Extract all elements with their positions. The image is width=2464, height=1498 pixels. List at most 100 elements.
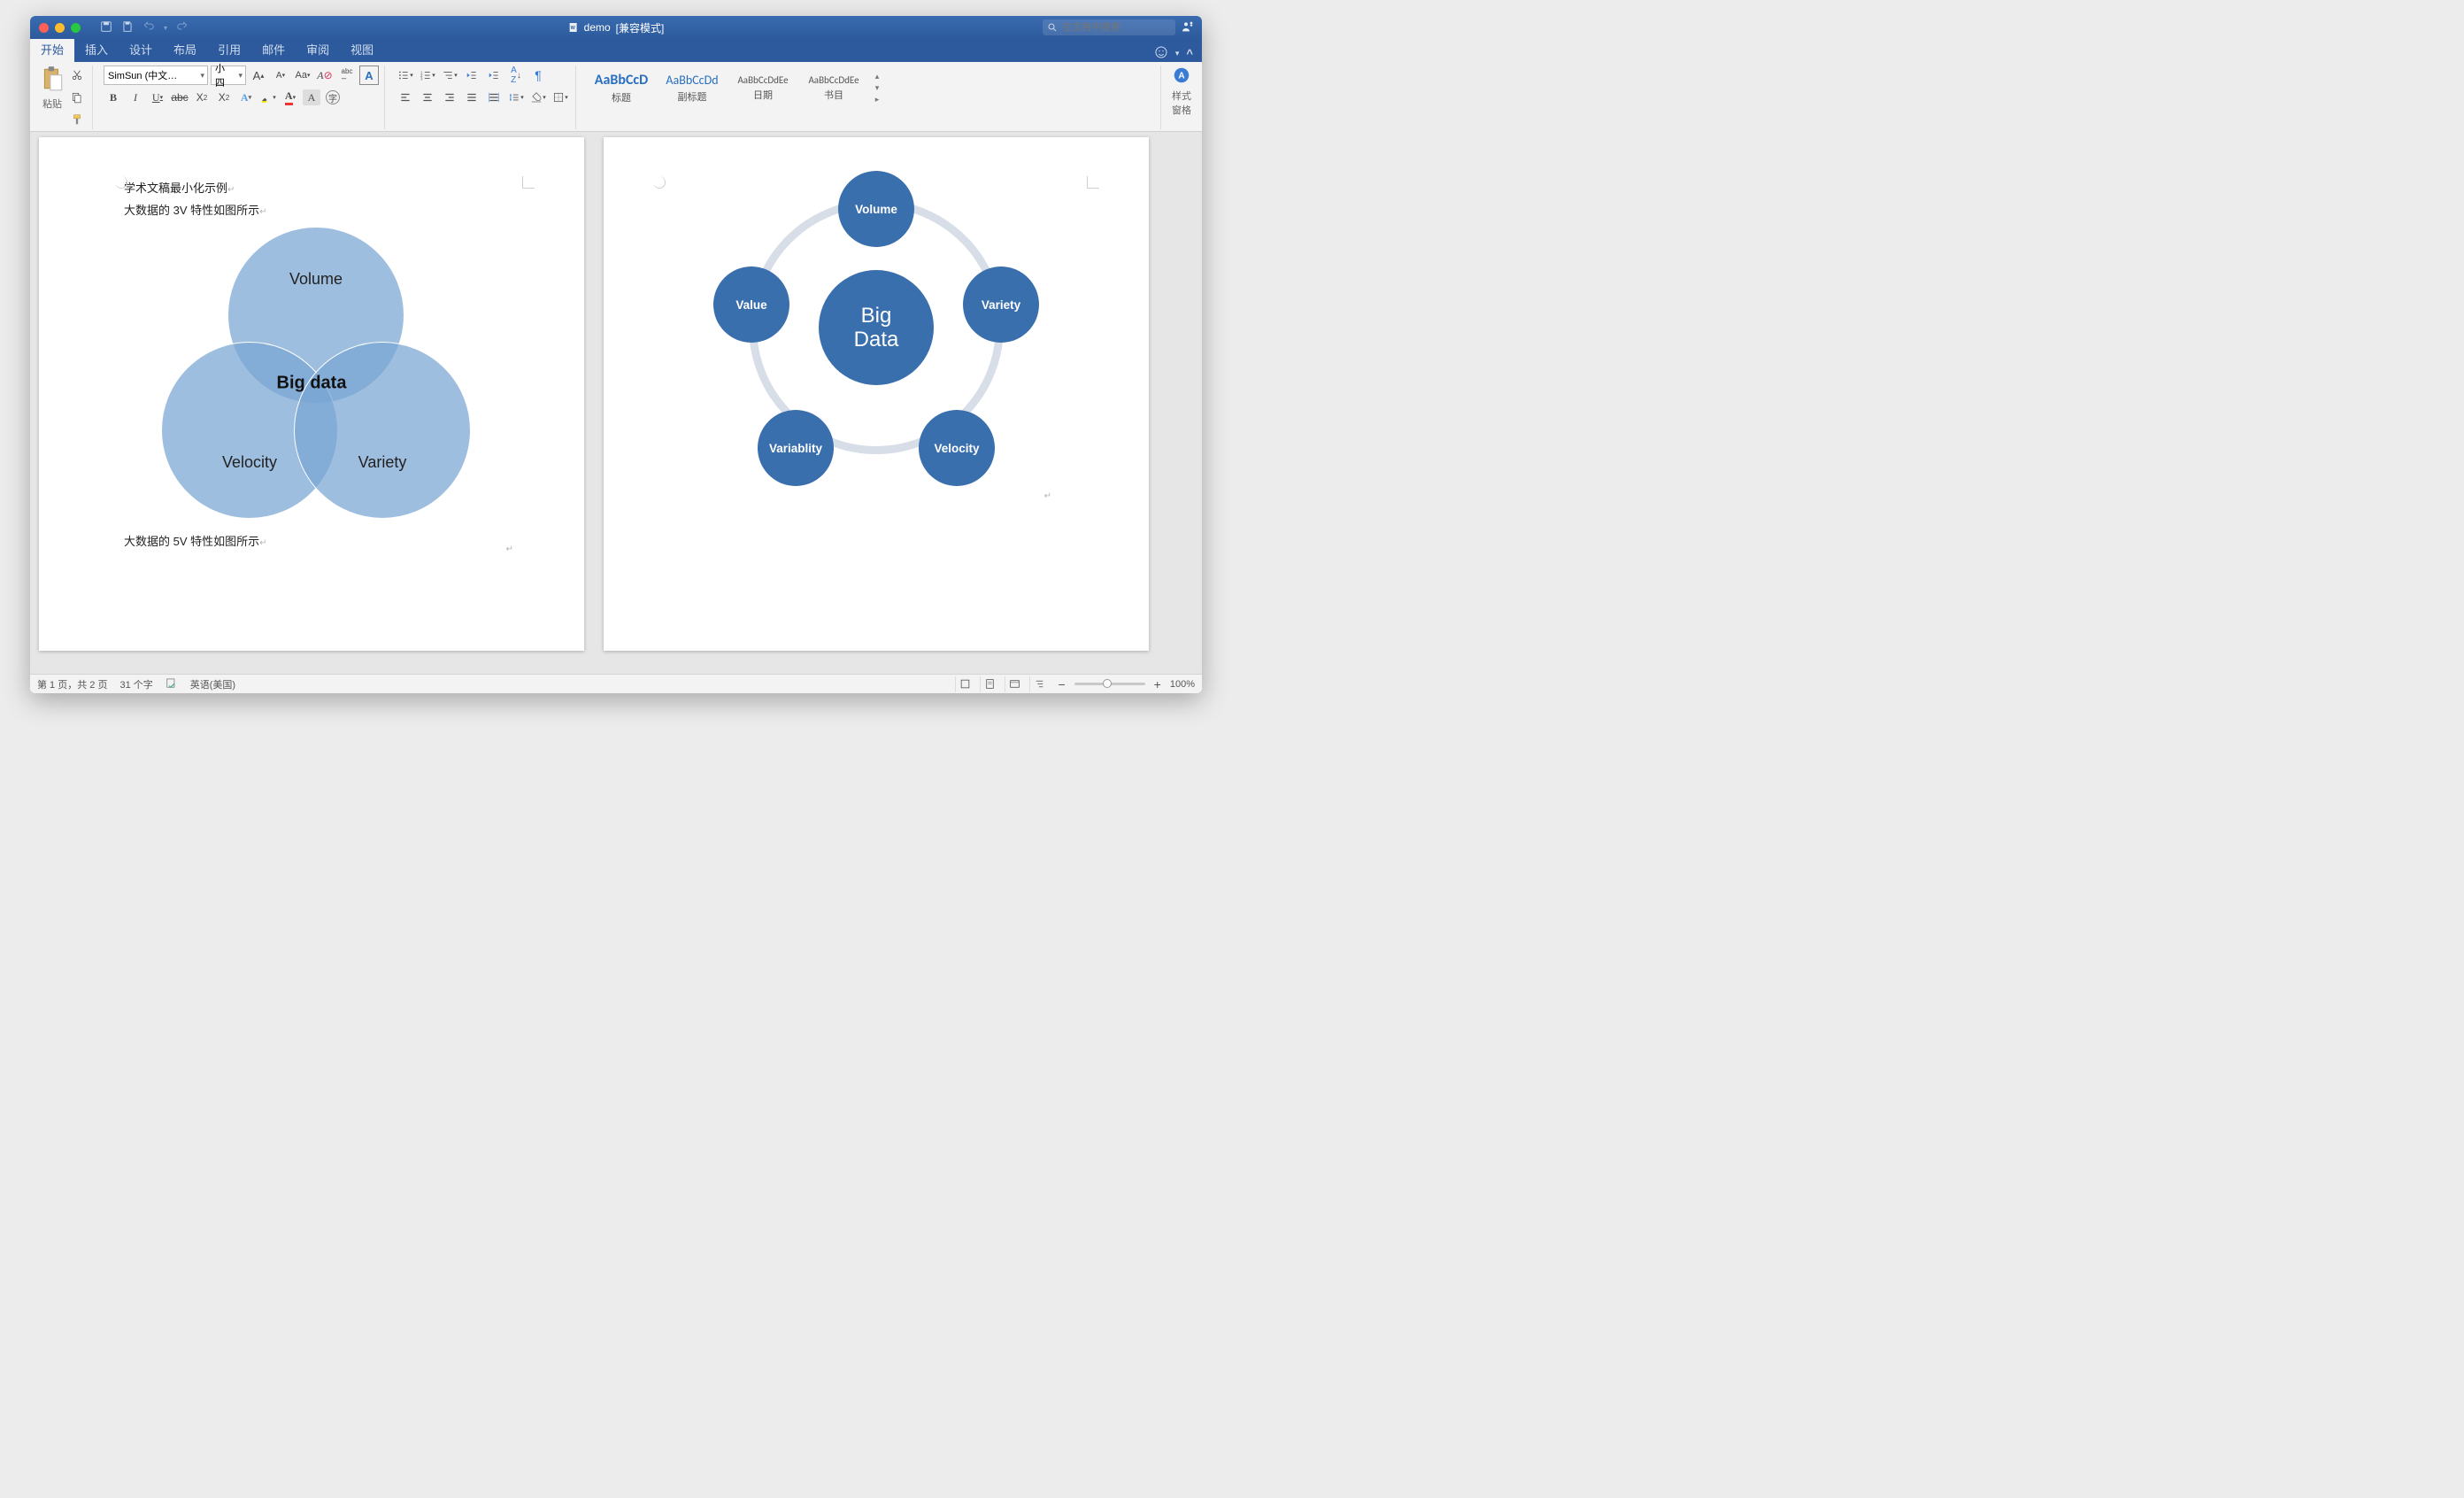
fivev-diagram[interactable]: Big Data Volume Variety Velocity Variabl… — [699, 178, 1053, 497]
multilevel-list-icon[interactable]: ▾ — [440, 66, 459, 85]
tab-mailings[interactable]: 邮件 — [251, 37, 296, 62]
search-input[interactable] — [1043, 19, 1175, 35]
sort-icon[interactable]: AZ↓ — [506, 66, 526, 85]
document-area[interactable]: 学术文稿最小化示例↵ 大数据的 3V 特性如图所示↵ Volume Veloci… — [30, 132, 1202, 674]
phonetic-guide-icon[interactable]: abc--- — [337, 66, 357, 85]
style-title[interactable]: AaBbCcD标题 — [587, 66, 656, 110]
copy-icon[interactable] — [67, 88, 87, 107]
clear-format-icon[interactable]: A⊘ — [315, 66, 335, 85]
tab-layout[interactable]: 布局 — [163, 37, 207, 62]
node-velocity: Velocity — [919, 410, 995, 486]
save-icon[interactable] — [121, 20, 134, 35]
format-painter-icon[interactable] — [67, 110, 87, 129]
subscript-button[interactable]: X2 — [192, 88, 212, 107]
font-size-combo[interactable]: 小四 — [211, 66, 246, 85]
shading-icon[interactable]: ▾ — [528, 88, 548, 107]
word-doc-icon: W — [568, 21, 579, 34]
align-right-icon[interactable] — [440, 88, 459, 107]
line-spacing-icon[interactable]: ▾ — [506, 88, 526, 107]
tab-references[interactable]: 引用 — [207, 37, 251, 62]
tab-home[interactable]: 开始 — [30, 37, 74, 62]
style-bibliography[interactable]: AaBbCcDdEe书目 — [799, 66, 868, 110]
font-name-combo[interactable]: SimSun (中文… — [104, 66, 208, 85]
cut-icon[interactable] — [67, 66, 87, 85]
view-web-layout-icon[interactable] — [1005, 676, 1024, 692]
share-button[interactable] — [1181, 19, 1195, 36]
italic-button[interactable]: I — [126, 88, 145, 107]
shrink-font-icon[interactable]: A▾ — [271, 66, 290, 85]
superscript-button[interactable]: X2 — [214, 88, 234, 107]
bullets-icon[interactable]: ▾ — [396, 66, 415, 85]
text-effects-icon[interactable]: A▾ — [236, 88, 256, 107]
spellcheck-icon[interactable] — [166, 676, 178, 691]
search-field[interactable] — [1043, 19, 1175, 35]
paragraph-mark: ↵ — [506, 544, 513, 554]
feedback-dropdown[interactable]: ▾ — [1175, 49, 1180, 58]
tab-review[interactable]: 审阅 — [296, 37, 340, 62]
maximize-window-button[interactable] — [71, 23, 81, 33]
view-outline-icon[interactable] — [1029, 676, 1049, 692]
doc-mode: [兼容模式] — [616, 20, 665, 35]
highlight-icon[interactable]: ▾ — [258, 88, 278, 107]
autosave-icon[interactable] — [100, 20, 112, 35]
character-border-icon[interactable]: A — [359, 66, 379, 85]
group-paragraph: ▾ 123▾ ▾ AZ↓ ¶ ▾ ▾ ▾ — [390, 66, 576, 129]
venn-diagram-3v[interactable]: Volume Velocity Variety Big data — [152, 227, 471, 528]
justify-icon[interactable] — [462, 88, 481, 107]
p1-text-3: 大数据的 5V 特性如图所示↵ — [124, 531, 535, 553]
doc-name: demo — [584, 21, 611, 34]
zoom-out-button[interactable]: − — [1058, 677, 1065, 691]
undo-icon[interactable] — [142, 20, 155, 35]
fivev-center: Big Data — [819, 270, 934, 385]
align-left-icon[interactable] — [396, 88, 415, 107]
style-date[interactable]: AaBbCcDdEe日期 — [728, 66, 797, 110]
distributed-icon[interactable] — [484, 88, 504, 107]
style-subtitle[interactable]: AaBbCcDd副标题 — [658, 66, 727, 110]
minimize-window-button[interactable] — [55, 23, 65, 33]
venn-center-label: Big data — [277, 374, 347, 394]
status-language[interactable]: 英语(美国) — [190, 677, 235, 691]
view-print-layout-icon[interactable] — [980, 676, 999, 692]
font-color-icon[interactable]: A▾ — [281, 88, 300, 107]
styles-pane-label: 样式 窗格 — [1172, 89, 1191, 117]
window-controls — [30, 23, 81, 33]
strikethrough-button[interactable]: abc — [170, 88, 189, 107]
increase-indent-icon[interactable] — [484, 66, 504, 85]
page-2: Big Data Volume Variety Velocity Variabl… — [604, 137, 1149, 651]
close-window-button[interactable] — [39, 23, 49, 33]
redo-icon[interactable] — [176, 20, 189, 35]
show-marks-icon[interactable]: ¶ — [528, 66, 548, 85]
document-title: W demo [兼容模式] — [568, 20, 665, 35]
zoom-slider[interactable] — [1074, 683, 1145, 685]
zoom-level[interactable]: 100% — [1170, 679, 1195, 690]
underline-button[interactable]: U▾ — [148, 88, 167, 107]
status-bar: 第 1 页，共 2 页 31 个字 英语(美国) − + 100% — [30, 674, 1202, 693]
paste-label: 粘贴 — [42, 97, 62, 111]
change-case-icon[interactable]: Aa▾ — [293, 66, 312, 85]
decrease-indent-icon[interactable] — [462, 66, 481, 85]
tab-view[interactable]: 视图 — [340, 37, 384, 62]
align-center-icon[interactable] — [418, 88, 437, 107]
zoom-in-button[interactable]: + — [1154, 677, 1161, 691]
view-focus-icon[interactable] — [955, 676, 974, 692]
bold-button[interactable]: B — [104, 88, 123, 107]
borders-icon[interactable]: ▾ — [551, 88, 570, 107]
paste-icon[interactable] — [41, 66, 64, 95]
tab-design[interactable]: 设计 — [119, 37, 163, 62]
node-variability: Variablity — [758, 410, 834, 486]
status-word-count[interactable]: 31 个字 — [119, 677, 152, 691]
styles-more-button[interactable]: ▴▾▸ — [870, 72, 884, 104]
app-window: ▾ W demo [兼容模式] 开始 插入 设计 布局 引用 邮件 审阅 视图 … — [30, 16, 1202, 693]
status-page[interactable]: 第 1 页，共 2 页 — [37, 677, 107, 691]
undo-dropdown[interactable]: ▾ — [164, 24, 167, 32]
styles-pane-button[interactable]: A 样式 窗格 — [1172, 66, 1191, 117]
tab-insert[interactable]: 插入 — [74, 37, 119, 62]
grow-font-icon[interactable]: A▴ — [249, 66, 268, 85]
numbering-icon[interactable]: 123▾ — [418, 66, 437, 85]
collapse-ribbon-icon[interactable]: ^ — [1186, 47, 1193, 60]
group-font: SimSun (中文… 小四 A▴ A▾ Aa▾ A⊘ abc--- A B I… — [98, 66, 385, 129]
node-value: Value — [713, 266, 789, 343]
character-shading-icon[interactable]: A — [303, 89, 320, 105]
feedback-smiley-icon[interactable] — [1154, 45, 1168, 62]
enclose-char-icon[interactable]: 字 — [323, 88, 343, 107]
